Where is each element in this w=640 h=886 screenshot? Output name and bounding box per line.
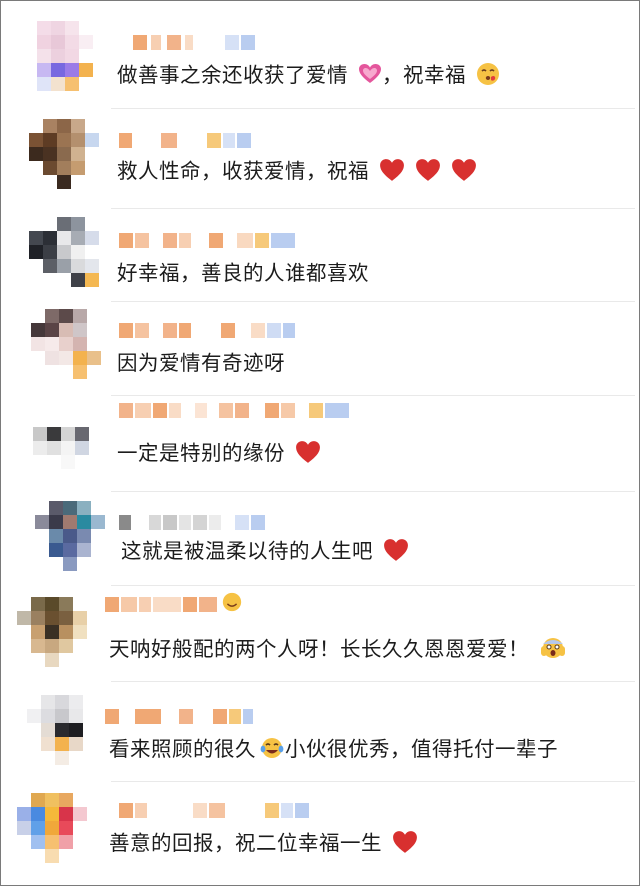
red-heart-icon <box>296 441 320 463</box>
comment-text: 这就是被温柔以待的人生吧 <box>121 537 409 565</box>
divider <box>111 395 635 396</box>
comment-text: 救人性命，收获爱情，祝福 <box>117 157 477 185</box>
comment-text: 善意的回报，祝二位幸福一生 <box>109 829 418 857</box>
avatar-pixelated[interactable] <box>27 695 99 767</box>
divider <box>111 491 635 492</box>
red-heart-icon <box>416 159 440 181</box>
comment-text: 看来照顾的很久 小伙很优秀，值得托付一辈子 <box>109 737 558 761</box>
avatar-pixelated[interactable] <box>33 413 105 485</box>
sparkling-heart-icon <box>359 64 382 83</box>
avatar-pixelated[interactable] <box>17 793 89 865</box>
comment-text: 好幸福，善良的人谁都喜欢 <box>117 261 369 285</box>
comment-list: 做善事之余还收获了爱情 ，祝幸福 救人性命，收获爱情，祝福 好幸福，善良的人谁都… <box>0 0 640 886</box>
kiss-face-icon <box>477 63 500 85</box>
red-heart-icon <box>384 539 408 561</box>
tears-of-joy-face-icon <box>260 738 284 758</box>
comment-text: 因为爱情有奇迹呀 <box>117 351 285 375</box>
divider <box>111 585 635 586</box>
red-heart-icon <box>393 831 417 853</box>
comment-text: 做善事之余还收获了爱情 ，祝幸福 <box>117 61 500 89</box>
divider <box>111 681 635 682</box>
comment-text: 一定是特别的缘份 <box>117 439 321 467</box>
avatar-pixelated[interactable] <box>29 217 101 289</box>
avatar-pixelated[interactable] <box>31 309 103 381</box>
red-heart-icon <box>452 159 477 181</box>
divider <box>111 108 635 109</box>
divider <box>111 301 635 302</box>
red-heart-icon <box>380 159 404 181</box>
avatar-pixelated[interactable] <box>17 597 89 669</box>
screaming-face-icon <box>541 638 566 658</box>
comment-text: 天呐好般配的两个人呀！长长久久恩恩爱爱！ <box>109 635 567 663</box>
smile-emoji-icon <box>222 592 242 612</box>
avatar-pixelated[interactable] <box>29 119 101 191</box>
divider <box>111 208 635 209</box>
avatar-pixelated[interactable] <box>35 501 107 573</box>
avatar-pixelated[interactable] <box>23 21 95 93</box>
divider <box>111 781 635 782</box>
